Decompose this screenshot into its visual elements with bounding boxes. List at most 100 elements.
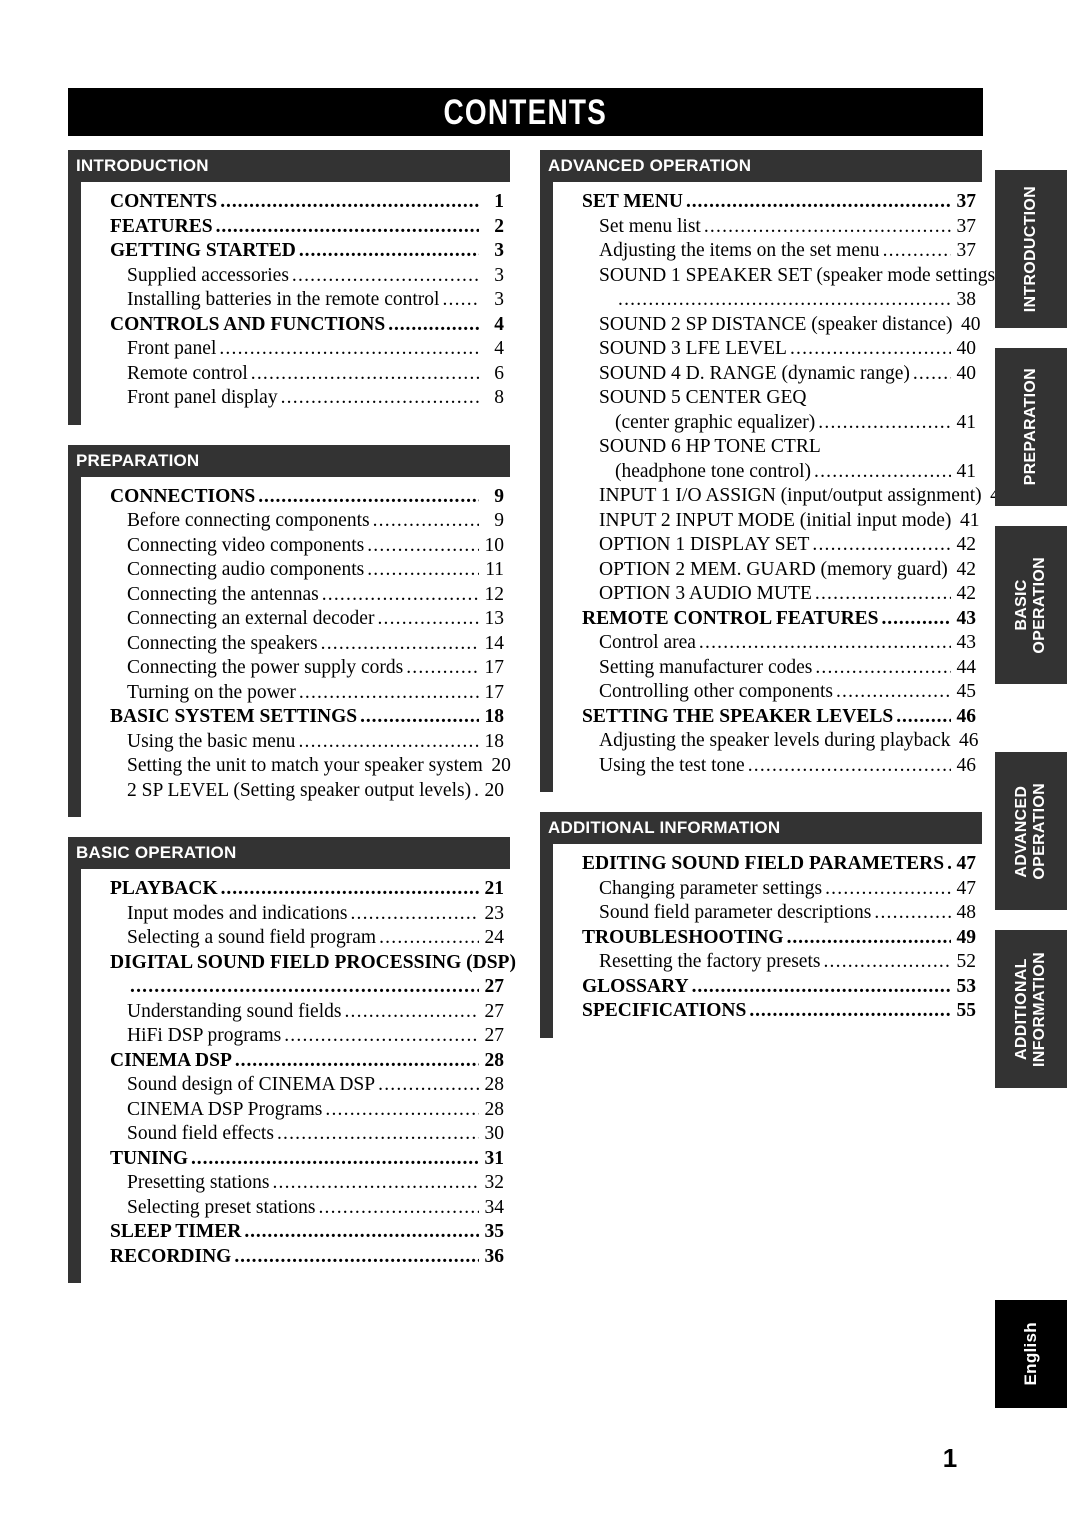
toc-entry-label: EDITING SOUND FIELD PARAMETERS — [582, 853, 945, 874]
toc-entry-page: 14 — [484, 632, 505, 654]
toc-entry[interactable]: Controlling other components............… — [553, 680, 982, 705]
toc-entry[interactable]: Sound field effects.....................… — [81, 1122, 510, 1147]
toc-entry-label: GLOSSARY — [582, 975, 689, 997]
toc-entry[interactable]: EDITING SOUND FIELD PARAMETERS..........… — [553, 852, 982, 877]
toc-entry[interactable]: 2 SP LEVEL (Setting speaker output level… — [81, 779, 510, 804]
toc-entry[interactable]: Connecting the speakers.................… — [81, 632, 510, 657]
toc-entry[interactable]: Supplied accessories....................… — [81, 264, 510, 289]
toc-entry-label: OPTION 3 AUDIO MUTE — [599, 583, 812, 604]
toc-entry-page: 48 — [956, 902, 977, 923]
toc-entry[interactable]: OPTION 2 MEM. GUARD (memory guard)......… — [553, 558, 982, 583]
toc-entry-page: 18 — [484, 730, 505, 752]
toc-entry[interactable]: Resetting the factory presets...........… — [553, 950, 982, 975]
toc-entry[interactable]: HiFi DSP programs.......................… — [81, 1024, 510, 1049]
toc-entry-label: Connecting video components — [127, 534, 365, 556]
toc-entry-page: 27 — [484, 1000, 505, 1022]
toc-entry[interactable]: Selecting preset stations...............… — [81, 1196, 510, 1221]
toc-column-right: ADVANCED OPERATION SET MENU..............… — [540, 150, 1010, 1058]
toc-entry-label: Sound field effects — [127, 1123, 274, 1144]
toc-entry[interactable]: ........................................… — [553, 288, 982, 313]
toc-entry[interactable]: GLOSSARY................................… — [553, 975, 982, 1000]
side-tab-advanced-operation[interactable]: ADVANCED OPERATION — [995, 752, 1067, 910]
toc-leader-dots: ........................................… — [191, 1147, 479, 1169]
side-tab-english[interactable]: English — [995, 1300, 1067, 1408]
toc-entry[interactable]: SLEEP TIMER.............................… — [81, 1220, 510, 1245]
toc-entry[interactable]: (center graphic equalizer)..............… — [553, 411, 982, 436]
toc-entry-label: SOUND 2 SP DISTANCE (speaker distance) — [599, 313, 953, 335]
toc-entry[interactable]: Connecting video components.............… — [81, 534, 510, 559]
toc-entry[interactable]: Front panel.............................… — [81, 337, 510, 362]
toc-entry[interactable]: SPECIFICATIONS..........................… — [553, 999, 982, 1024]
toc-entry[interactable]: FEATURES................................… — [81, 215, 510, 240]
side-tab-preparation[interactable]: PREPARATION — [995, 348, 1067, 506]
toc-entry[interactable]: Connecting the antennas.................… — [81, 583, 510, 608]
toc-entry-page: 27 — [484, 1025, 505, 1046]
side-tab-introduction[interactable]: INTRODUCTION — [995, 170, 1067, 328]
toc-entry[interactable]: Changing parameter settings.............… — [553, 877, 982, 902]
toc-entry[interactable]: INPUT 2 INPUT MODE (initial input mode).… — [553, 509, 982, 534]
toc-entry[interactable]: Setting manufacturer codes..............… — [553, 656, 982, 681]
toc-leader-dots: ........................................… — [280, 387, 479, 408]
toc-entry[interactable]: Connecting an external decoder..........… — [81, 607, 510, 632]
toc-entry[interactable]: (headphone tone control)................… — [553, 460, 982, 485]
toc-entry[interactable]: CONNECTIONS.............................… — [81, 485, 510, 510]
toc-entry[interactable]: CINEMA DSP Programs.....................… — [81, 1098, 510, 1123]
toc-entry[interactable]: Sound design of CINEMA DSP..............… — [81, 1073, 510, 1098]
toc-entry[interactable]: BASIC SYSTEM SETTINGS...................… — [81, 705, 510, 730]
toc-entry[interactable]: Installing batteries in the remote contr… — [81, 288, 510, 313]
toc-entry[interactable]: PLAYBACK................................… — [81, 877, 510, 902]
toc-entry[interactable]: SOUND 6 HP TONE CTRL....................… — [553, 435, 982, 460]
toc-entry[interactable]: CONTENTS................................… — [81, 190, 510, 215]
toc-entry[interactable]: Selecting a sound field program.........… — [81, 926, 510, 951]
toc-leader-dots: ........................................… — [747, 754, 951, 776]
side-tab-additional-information[interactable]: ADDITIONAL INFORMATION — [995, 930, 1067, 1088]
toc-entry[interactable]: GETTING STARTED.........................… — [81, 239, 510, 264]
toc-entry[interactable]: SOUND 4 D. RANGE (dynamic range)........… — [553, 362, 982, 387]
toc-entry[interactable]: Presetting stations.....................… — [81, 1171, 510, 1196]
toc-entry-label: CONTROLS AND FUNCTIONS — [110, 313, 386, 335]
toc-entry[interactable]: SETTING THE SPEAKER LEVELS..............… — [553, 705, 982, 730]
toc-entry[interactable]: REMOTE CONTROL FEATURES.................… — [553, 607, 982, 632]
toc-entry[interactable]: Set menu list...........................… — [553, 215, 982, 240]
toc-entry[interactable]: RECORDING...............................… — [81, 1245, 510, 1270]
toc-entry[interactable]: Using the test tone.....................… — [553, 754, 982, 779]
toc-entry-label: SETTING THE SPEAKER LEVELS — [582, 705, 894, 727]
toc-entry[interactable]: Input modes and indications.............… — [81, 902, 510, 927]
toc-entry[interactable]: Front panel display.....................… — [81, 386, 510, 411]
toc-entry[interactable]: TUNING..................................… — [81, 1147, 510, 1172]
toc-entry[interactable]: SOUND 3 LFE LEVEL.......................… — [553, 337, 982, 362]
toc-leader-dots: ........................................… — [258, 485, 479, 507]
toc-entry[interactable]: SOUND 1 SPEAKER SET (speaker mode settin… — [553, 264, 1002, 289]
section-header-label: BASIC OPERATION — [76, 843, 237, 862]
toc-entry[interactable]: ........................................… — [81, 975, 510, 1000]
toc-entry[interactable]: SOUND 5 CENTER GEQ......................… — [553, 386, 982, 411]
section-header-additional-information: ADDITIONAL INFORMATION — [540, 812, 982, 844]
toc-entry[interactable]: Connecting audio components.............… — [81, 558, 510, 583]
toc-entry[interactable]: INPUT 1 I/O ASSIGN (input/output assignm… — [553, 484, 1010, 509]
toc-entry[interactable]: Using the basic menu....................… — [81, 730, 510, 755]
toc-entry[interactable]: SOUND 2 SP DISTANCE (speaker distance)..… — [553, 313, 982, 338]
toc-entry[interactable]: Adjusting the speaker levels during play… — [553, 729, 982, 754]
toc-entry[interactable]: Turning on the power....................… — [81, 681, 510, 706]
toc-entry[interactable]: TROUBLESHOOTING.........................… — [553, 926, 982, 951]
toc-entry[interactable]: Setting the unit to match your speaker s… — [81, 754, 511, 779]
toc-entry[interactable]: OPTION 3 AUDIO MUTE.....................… — [553, 582, 982, 607]
toc-entry-label: Setting manufacturer codes — [599, 656, 813, 678]
toc-entry[interactable]: CINEMA DSP..............................… — [81, 1049, 510, 1074]
toc-entry[interactable]: OPTION 1 DISPLAY SET....................… — [553, 533, 982, 558]
toc-entry[interactable]: Understanding sound fields..............… — [81, 1000, 510, 1025]
toc-entry-label: Selecting a sound field program — [127, 927, 377, 948]
toc-entry[interactable]: Connecting the power supply cords.......… — [81, 656, 510, 681]
toc-entry[interactable]: DIGITAL SOUND FIELD PROCESSING (DSP)....… — [81, 951, 516, 976]
toc-entry[interactable]: Remote control..........................… — [81, 362, 510, 387]
toc-entry[interactable]: Adjusting the items on the set menu.....… — [553, 239, 982, 264]
toc-leader-dots: ........................................… — [234, 1049, 479, 1071]
toc-entry[interactable]: Sound field parameter descriptions......… — [553, 901, 982, 926]
toc-entry[interactable]: Control area............................… — [553, 631, 982, 656]
toc-entry[interactable]: CONTROLS AND FUNCTIONS..................… — [81, 313, 510, 338]
toc-entry[interactable]: SET MENU................................… — [553, 190, 982, 215]
toc-entry-label: SOUND 5 CENTER GEQ — [599, 387, 807, 408]
toc-entry[interactable]: Before connecting components............… — [81, 509, 510, 534]
toc-entry-label: Connecting the power supply cords — [127, 657, 404, 678]
side-tab-basic-operation[interactable]: BASIC OPERATION — [995, 526, 1067, 684]
